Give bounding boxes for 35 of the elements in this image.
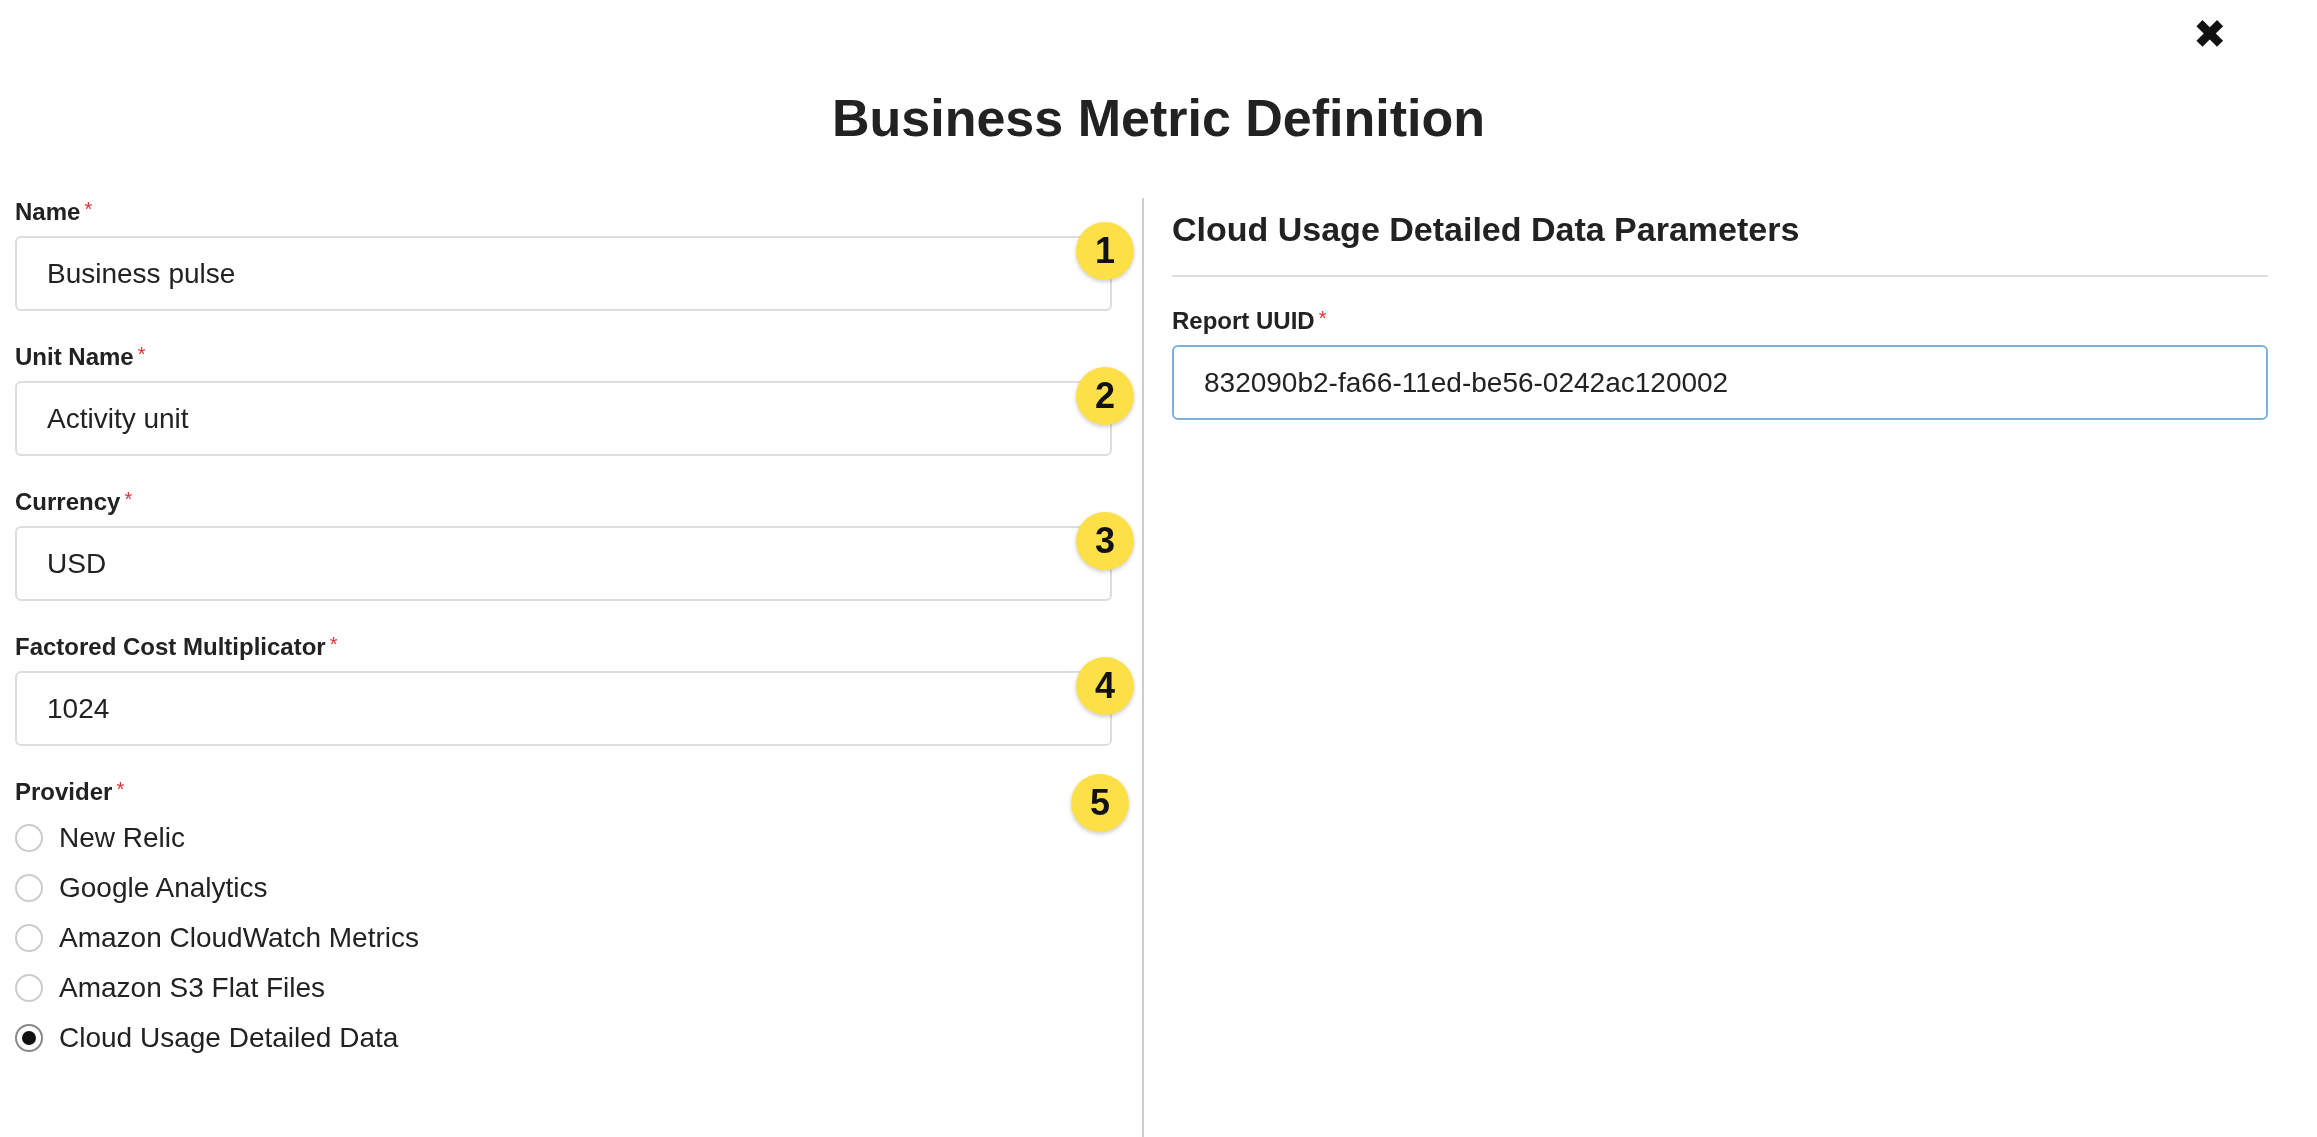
- required-marker: *: [329, 633, 338, 656]
- radio-icon[interactable]: [15, 824, 43, 852]
- dialog-title: Business Metric Definition: [832, 88, 1485, 148]
- number-badge: 3: [1076, 512, 1134, 570]
- required-marker: *: [84, 198, 93, 221]
- radio-icon[interactable]: [15, 974, 43, 1002]
- number-badge: 2: [1076, 367, 1134, 425]
- radio-icon[interactable]: [15, 924, 43, 952]
- radio-option[interactable]: Amazon S3 Flat Files: [15, 972, 1112, 1004]
- radio-icon[interactable]: [15, 1024, 43, 1052]
- field-label: Report UUID: [1172, 307, 1315, 335]
- required-marker: *: [1318, 307, 1327, 330]
- radio-icon[interactable]: [15, 874, 43, 902]
- option-label: Amazon S3 Flat Files: [59, 972, 326, 1004]
- option-label: Cloud Usage Detailed Data: [59, 1022, 399, 1054]
- required-marker: *: [116, 778, 125, 801]
- text-field[interactable]: 832090b2-fa66-11ed-be56-0242ac120002: [1172, 345, 2268, 420]
- field-label: Factored Cost Multiplicator: [15, 633, 326, 661]
- field-label: Name: [15, 198, 81, 226]
- radio-option[interactable]: Google Analytics: [15, 872, 1112, 904]
- close-button[interactable]: ✖: [2193, 14, 2227, 54]
- radio-option[interactable]: Cloud Usage Detailed Data: [15, 1022, 1112, 1054]
- radio-option[interactable]: Amazon CloudWatch Metrics: [15, 922, 1112, 954]
- number-badge: 5: [1071, 774, 1129, 832]
- option-label: New Relic: [59, 822, 186, 854]
- required-marker: *: [124, 488, 133, 511]
- option-label: Google Analytics: [59, 872, 268, 904]
- number-badge: 1: [1076, 222, 1134, 280]
- required-marker: *: [137, 343, 146, 366]
- field-label: Provider: [15, 778, 113, 806]
- field-label: Unit Name: [15, 343, 134, 371]
- section-heading: Cloud Usage Detailed Data Parameters: [1172, 210, 2268, 277]
- option-label: Amazon CloudWatch Metrics: [59, 922, 419, 954]
- field-label: Currency: [15, 488, 121, 516]
- number-badge: 4: [1076, 657, 1134, 715]
